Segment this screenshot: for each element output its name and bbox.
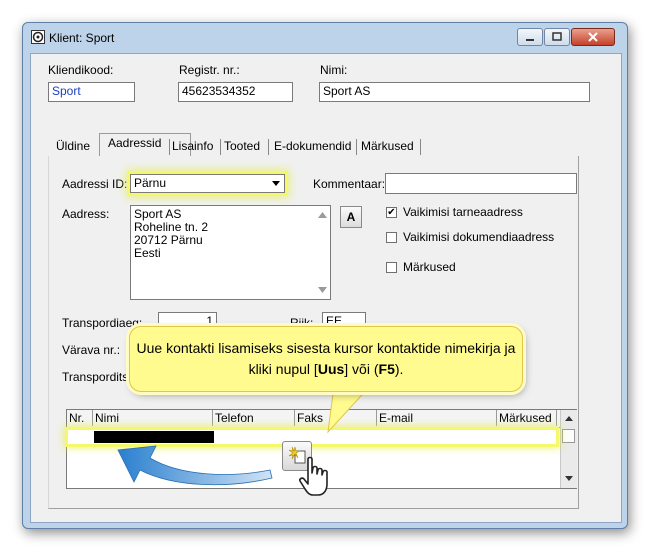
hand-cursor-icon	[299, 456, 328, 496]
scroll-down-icon[interactable]	[318, 287, 327, 293]
col-header-email[interactable]: E-mail	[377, 410, 497, 426]
col-header-notes[interactable]: Märkused	[497, 410, 557, 426]
name-label: Nimi:	[320, 63, 348, 77]
col-header-phone[interactable]: Telefon	[213, 410, 295, 426]
notes-checkbox-label: Märkused	[403, 260, 456, 274]
address-id-value: Pärnu	[134, 176, 167, 190]
tab-bar: Üldine Aadressid Lisainfo Tooted E-dokum…	[26, 133, 586, 156]
comment-label: Kommentaar:	[313, 177, 386, 191]
title-bar: Klient: Sport	[23, 23, 627, 53]
address-line: Eesti	[134, 246, 161, 260]
scroll-up-icon[interactable]	[318, 212, 327, 218]
default-document-checkbox[interactable]	[386, 232, 397, 243]
client-code-label: Kliendikood:	[48, 63, 114, 77]
scroll-down-icon[interactable]	[565, 476, 573, 481]
app-icon	[31, 30, 45, 44]
callout-bold-f5: F5	[378, 361, 395, 377]
transport-days-label: Transpordiaeg:	[62, 316, 143, 330]
scroll-up-icon[interactable]	[565, 416, 573, 421]
col-header-name[interactable]: Nimi	[93, 410, 213, 426]
tab-extra-info[interactable]: Lisainfo	[172, 136, 213, 156]
address-id-select[interactable]: Pärnu	[130, 174, 285, 193]
tab-products[interactable]: Tooted	[224, 136, 260, 156]
scroll-thumb[interactable]	[562, 429, 575, 443]
comment-field[interactable]	[385, 173, 577, 194]
address-textarea[interactable]: Sport AS Roheline tn. 2 20712 Pärnu Eest…	[130, 205, 331, 300]
address-line: 20712 Pärnu	[134, 233, 203, 247]
col-header-nr[interactable]: Nr.	[67, 410, 93, 426]
callout-tail	[327, 386, 371, 434]
tab-notes[interactable]: Märkused	[361, 136, 414, 156]
default-document-label: Vaikimisi dokumendiaadress	[403, 230, 555, 244]
minimize-icon	[526, 39, 534, 41]
window-title: Klient: Sport	[49, 31, 115, 45]
font-button[interactable]: A	[340, 206, 362, 228]
chevron-down-icon	[272, 181, 280, 186]
close-button[interactable]	[571, 28, 615, 46]
callout-text-3: ).	[394, 361, 404, 377]
callout-bold-new: Uus	[317, 361, 345, 377]
minimize-button[interactable]	[517, 28, 543, 46]
notes-checkbox[interactable]	[386, 262, 397, 273]
callout-text-2: ] või (	[344, 361, 379, 377]
maximize-icon	[552, 32, 562, 41]
gate-number-label: Värava nr.:	[62, 343, 121, 357]
tab-e-documents[interactable]: E-dokumendid	[274, 136, 351, 156]
address-label: Aadress:	[62, 207, 110, 221]
client-code-field[interactable]: Sport	[48, 82, 135, 102]
default-delivery-label: Vaikimisi tarneaadress	[403, 205, 523, 219]
close-icon	[588, 32, 598, 42]
transport-company-label: Transporditso	[62, 370, 135, 384]
grid-scrollbar[interactable]	[560, 410, 577, 488]
name-field[interactable]: Sport AS	[319, 82, 590, 102]
address-id-label: Aadressi ID:	[62, 177, 128, 191]
maximize-button[interactable]	[544, 28, 570, 46]
default-delivery-checkbox[interactable]: ✔	[386, 207, 397, 218]
tab-addresses[interactable]: Aadressid	[108, 133, 161, 153]
registry-number-field[interactable]: 45623534352	[178, 82, 293, 102]
registry-number-label: Registr. nr.:	[179, 63, 240, 77]
curved-arrow-icon	[117, 445, 273, 486]
hint-callout: Uue kontakti lisamiseks sisesta kursor k…	[129, 326, 523, 392]
tab-general[interactable]: Üldine	[56, 136, 90, 156]
